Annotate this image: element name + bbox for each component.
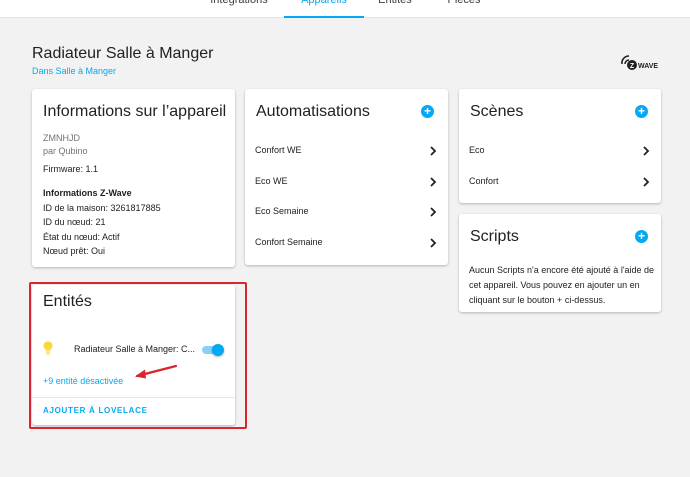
device-manufacturer: par Qubino bbox=[43, 146, 88, 156]
scripts-card: Scripts + Aucun Scripts n'a encore été a… bbox=[459, 214, 661, 312]
tab-bar: Intégrations Appareils Entités Pièces bbox=[0, 0, 690, 18]
device-firmware: Firmware: 1.1 bbox=[43, 164, 99, 174]
plus-icon: + bbox=[423, 104, 431, 118]
automation-item[interactable]: Eco Semaine bbox=[245, 201, 448, 225]
scripts-title: Scripts bbox=[470, 228, 519, 245]
zwave-node-id: ID du nœud: 21 bbox=[43, 217, 106, 227]
device-area-link[interactable]: Dans Salle à Manger bbox=[32, 66, 116, 76]
annotation-highlight-box bbox=[29, 282, 247, 429]
automation-item[interactable]: Eco WE bbox=[245, 171, 448, 195]
tab-rooms[interactable]: Pièces bbox=[441, 0, 487, 14]
automation-item-label: Confort WE bbox=[255, 145, 302, 155]
scene-item[interactable]: Eco bbox=[459, 140, 661, 164]
scripts-empty-text: Aucun Scripts n'a encore été ajouté à l'… bbox=[469, 265, 655, 305]
annotation-arrow-icon bbox=[135, 364, 178, 379]
chevron-right-icon bbox=[643, 146, 650, 156]
chevron-right-icon bbox=[430, 207, 437, 217]
chevron-right-icon bbox=[430, 146, 437, 156]
automation-item-label: Eco WE bbox=[255, 176, 288, 186]
zwave-info-heading: Informations Z-Wave bbox=[43, 188, 132, 198]
scenes-card: Scènes + Eco Confort bbox=[459, 89, 661, 203]
tab-entities[interactable]: Entités bbox=[372, 0, 418, 14]
automation-item[interactable]: Confort Semaine bbox=[245, 232, 448, 256]
device-info-card: Informations sur l’appareil ZMNHJD par Q… bbox=[32, 89, 235, 267]
chevron-right-icon bbox=[643, 177, 650, 187]
automation-item-label: Eco Semaine bbox=[255, 206, 309, 216]
chevron-right-icon bbox=[430, 238, 437, 248]
zwave-logo-letter: Z bbox=[630, 63, 635, 70]
device-model: ZMNHJD bbox=[43, 133, 80, 143]
automations-card: Automatisations + Confort WE Eco WE Eco … bbox=[245, 89, 448, 265]
device-info-title: Informations sur l’appareil bbox=[43, 103, 227, 120]
zwave-node-state: État du nœud: Actif bbox=[43, 232, 120, 242]
automations-title: Automatisations bbox=[256, 103, 370, 120]
add-script-button[interactable]: + bbox=[635, 230, 648, 243]
active-tab-indicator bbox=[284, 16, 364, 18]
plus-icon: + bbox=[637, 229, 645, 243]
scene-item-label: Confort bbox=[469, 176, 499, 186]
automation-item-label: Confort Semaine bbox=[255, 237, 323, 247]
plus-icon: + bbox=[637, 104, 645, 118]
scene-item[interactable]: Confort bbox=[459, 171, 661, 195]
zwave-logo-text: WAVE bbox=[638, 63, 658, 70]
tab-devices[interactable]: Appareils bbox=[284, 0, 364, 14]
zwave-node-ready: Nœud prêt: Oui bbox=[43, 246, 106, 256]
chevron-right-icon bbox=[430, 177, 437, 187]
scenes-title: Scènes bbox=[470, 103, 524, 120]
add-automation-button[interactable]: + bbox=[421, 105, 434, 118]
device-title: Radiateur Salle à Manger bbox=[32, 45, 214, 62]
add-scene-button[interactable]: + bbox=[635, 105, 648, 118]
automation-item[interactable]: Confort WE bbox=[245, 140, 448, 164]
zwave-logo: Z WAVE bbox=[619, 52, 663, 72]
zwave-home-id: ID de la maison: 3261817885 bbox=[43, 203, 161, 213]
tab-integrations[interactable]: Intégrations bbox=[206, 0, 272, 14]
scene-item-label: Eco bbox=[469, 145, 485, 155]
